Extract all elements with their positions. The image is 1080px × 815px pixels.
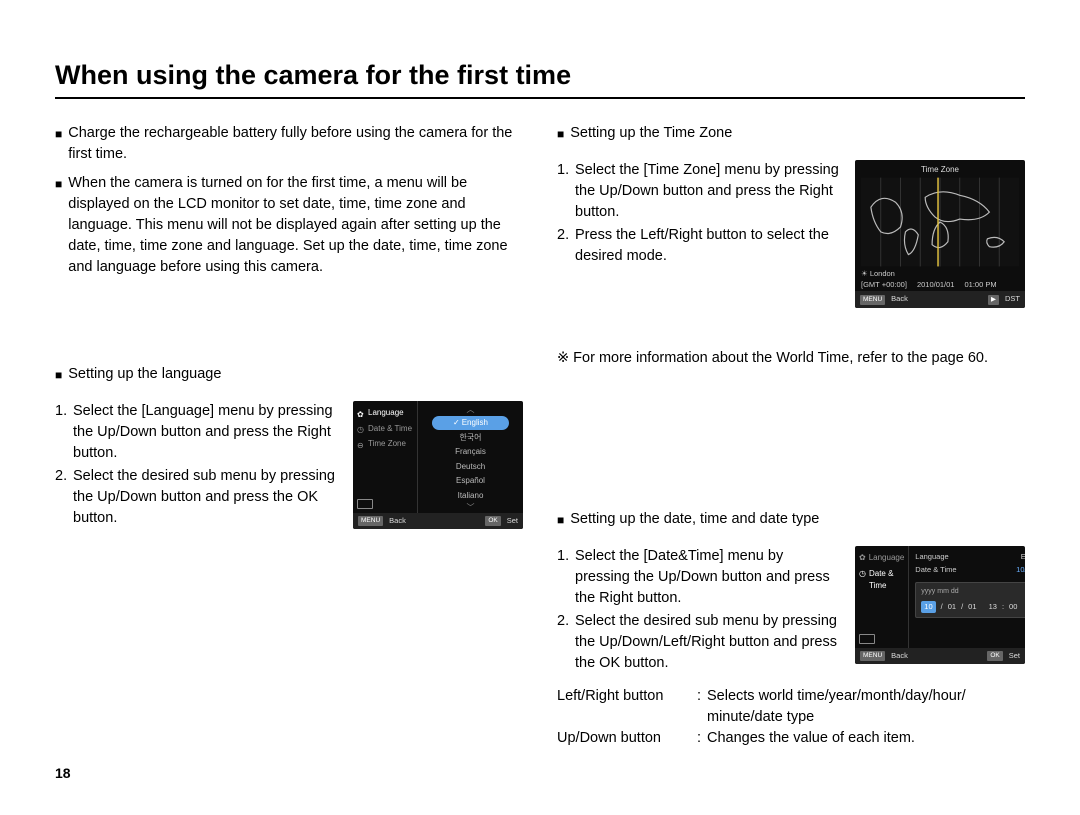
dt-line-lang: Language <box>915 552 948 563</box>
menu-datetime: Date & Time <box>368 423 412 435</box>
bullet-charge: Charge the rechargeable battery fully be… <box>68 123 523 165</box>
square-bullet-icon: ■ <box>557 123 564 146</box>
tz-title: Time Zone <box>855 160 1025 178</box>
ud-button-label: Up/Down button <box>557 728 697 749</box>
battery-icon <box>859 634 875 644</box>
lang-step1: Select the [Language] menu by pressing t… <box>73 401 339 464</box>
sun-icon: ☀ <box>861 269 868 278</box>
heading-language: Setting up the language <box>68 364 221 387</box>
lr-button-label: Left/Right button <box>557 686 697 707</box>
dt-step1: Select the [Date&Time] menu by pressing … <box>575 546 841 609</box>
square-bullet-icon: ■ <box>55 173 62 278</box>
step-number: 2. <box>55 466 73 529</box>
dt-min: 00 <box>1009 602 1017 613</box>
lang-opt-francais: Français <box>432 445 509 459</box>
dt-hour: 13 <box>989 602 997 613</box>
tz-time: 01:00 PM <box>964 280 996 291</box>
dt-val-lang: English <box>1021 552 1025 563</box>
clock-icon: ◷ <box>357 424 365 432</box>
clock-icon: ◷ <box>859 568 866 591</box>
step-number: 2. <box>557 611 575 674</box>
page-number: 18 <box>55 765 71 781</box>
square-bullet-icon: ■ <box>557 509 564 532</box>
heading-timezone: Setting up the Time Zone <box>570 123 732 146</box>
set-label: Set <box>1009 651 1020 662</box>
bullet-first-on: When the camera is turned on for the fir… <box>68 173 523 278</box>
page-title: When using the camera for the first time <box>55 60 1025 99</box>
dt-format: yyyy mm dd <box>921 587 1025 597</box>
lang-opt-english: English <box>462 418 488 427</box>
gear-icon: ✿ <box>859 552 866 564</box>
dst-label: DST <box>1005 294 1020 305</box>
tz-city: London <box>870 269 895 278</box>
step-number: 1. <box>557 160 575 223</box>
colon: : <box>697 686 707 707</box>
menu-button-label: MENU <box>358 516 383 526</box>
back-label: Back <box>891 294 908 305</box>
menu-language: Language <box>869 552 905 564</box>
menu-timezone: Time Zone <box>368 438 406 450</box>
globe-icon: ⊖ <box>357 440 365 448</box>
left-column: ■ Charge the rechargeable battery fully … <box>55 123 523 749</box>
step-number: 1. <box>55 401 73 464</box>
lr-button-text-cont: minute/date type <box>707 707 1025 728</box>
ud-button-text: Changes the value of each item. <box>707 728 1025 749</box>
dt-step2: Select the desired sub menu by pressing … <box>575 611 841 674</box>
tz-step1: Select the [Time Zone] menu by pressing … <box>575 160 841 223</box>
worldtime-note: ※ For more information about the World T… <box>557 348 1025 369</box>
ok-button-label: OK <box>485 516 500 526</box>
lang-opt-espanol: Español <box>432 474 509 488</box>
set-label: Set <box>507 516 518 527</box>
square-bullet-icon: ■ <box>55 123 62 165</box>
dt-month: 01 <box>948 602 956 613</box>
ok-button-label: OK <box>987 651 1002 661</box>
menu-datetime: Date & Time <box>869 568 904 591</box>
lcd-timezone-screenshot: Time Zone <box>855 160 1025 308</box>
chevron-up-icon: ︿ <box>424 405 517 415</box>
dt-line-datetime: Date & Time <box>915 565 956 576</box>
play-button-label: ▶ <box>988 295 999 305</box>
menu-language: Language <box>368 407 404 419</box>
battery-icon <box>357 499 373 509</box>
dt-val-date: 10/01/01 <box>1016 565 1025 576</box>
menu-button-label: MENU <box>860 295 885 305</box>
gear-icon: ✿ <box>357 409 365 417</box>
lang-opt-korean: 한국어 <box>432 431 509 445</box>
world-map-icon <box>861 177 1019 267</box>
chevron-down-icon: ﹀ <box>424 503 517 513</box>
step-number: 1. <box>557 546 575 609</box>
square-bullet-icon: ■ <box>55 364 62 387</box>
step-number: 2. <box>557 225 575 267</box>
back-label: Back <box>891 651 908 662</box>
menu-button-label: MENU <box>860 651 885 661</box>
heading-datetime: Setting up the date, time and date type <box>570 509 819 532</box>
tz-gmt: [GMT +00:00] <box>861 280 907 291</box>
dt-day: 01 <box>968 602 976 613</box>
tz-date: 2010/01/01 <box>917 280 955 291</box>
lang-opt-italiano: Italiano <box>432 489 509 503</box>
colon: : <box>697 728 707 749</box>
lcd-datetime-screenshot: ✿Language ◷Date & Time Language English … <box>855 546 1025 664</box>
lr-button-text: Selects world time/year/month/day/hour/ <box>707 686 1025 707</box>
lang-opt-deutsch: Deutsch <box>432 460 509 474</box>
lang-step2: Select the desired sub menu by pressing … <box>73 466 339 529</box>
right-column: ■ Setting up the Time Zone 1. Select the… <box>557 123 1025 749</box>
back-label: Back <box>389 516 406 527</box>
dt-year: 10 <box>921 601 935 614</box>
tz-step2: Press the Left/Right button to select th… <box>575 225 841 267</box>
lcd-language-screenshot: ✿Language ◷Date & Time ⊖Time Zone ︿ Engl… <box>353 401 523 529</box>
